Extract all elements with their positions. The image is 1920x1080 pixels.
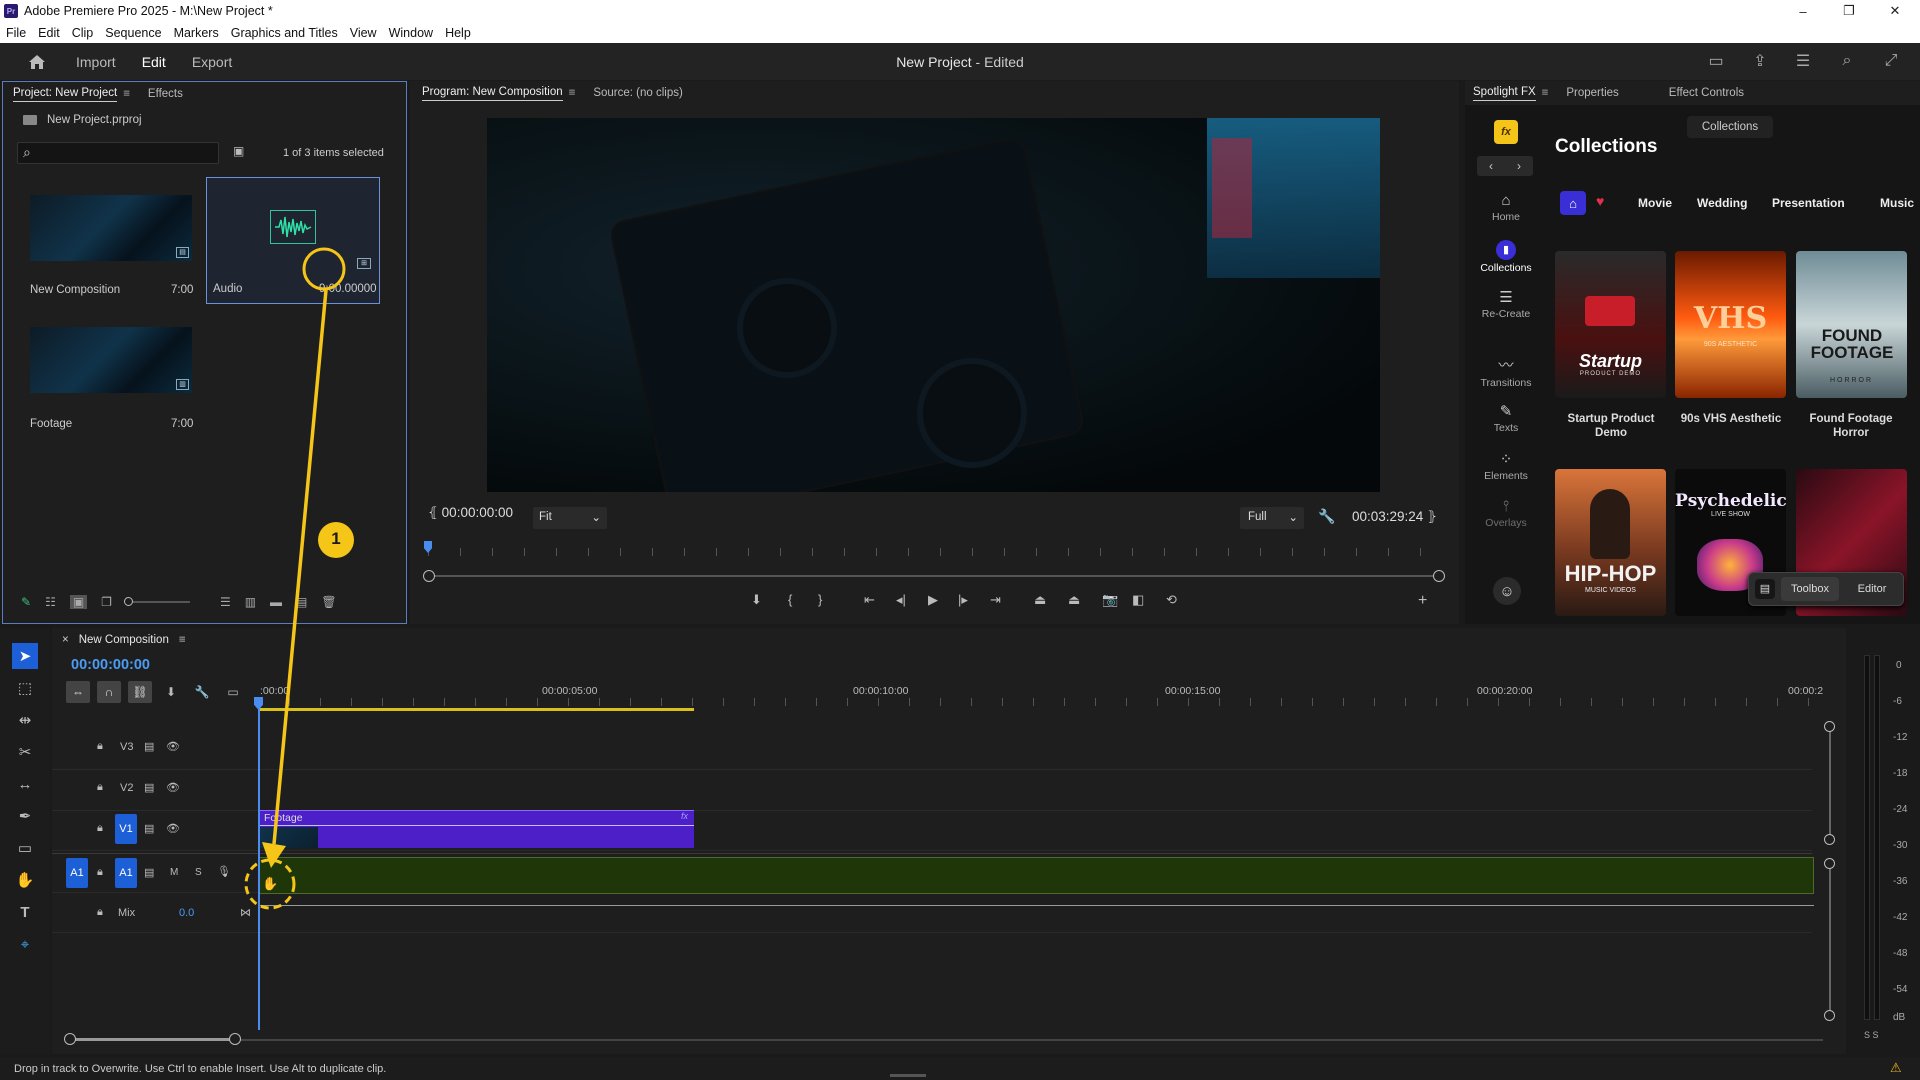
status-bar: Drop in track to Overwrite. Use Ctrl to … [0,1057,1920,1080]
drag-arrow-line [272,289,328,845]
status-text: Drop in track to Overwrite. Use Ctrl to … [14,1062,387,1075]
meter-label: -54 [1893,984,1908,995]
drag-cursor-icon: ✋ [262,876,279,891]
warning-icon[interactable]: ⚠ [1890,1060,1902,1076]
meter-label: -42 [1893,912,1908,923]
meter-label: -24 [1893,804,1908,815]
step-badge: 1 [331,529,341,548]
meter-label: -6 [1893,696,1902,707]
meter-label: -18 [1893,768,1908,779]
meter-channel-left [1864,655,1870,1020]
drag-start-circle [302,247,346,291]
meter-label: 0 [1896,660,1902,671]
meter-label: -48 [1893,948,1908,959]
status-resize-handle[interactable] [890,1074,926,1077]
meter-label: -36 [1893,876,1908,887]
meter-solo-buttons[interactable]: S S [1864,1030,1879,1040]
meter-channel-right [1874,655,1880,1020]
drag-annotation [244,247,354,910]
meter-label: -12 [1893,732,1908,743]
drag-arrow-head [262,842,286,868]
meter-label: -30 [1893,840,1908,851]
audio-meter [1850,628,1920,1054]
meter-label: dB [1893,1012,1906,1023]
